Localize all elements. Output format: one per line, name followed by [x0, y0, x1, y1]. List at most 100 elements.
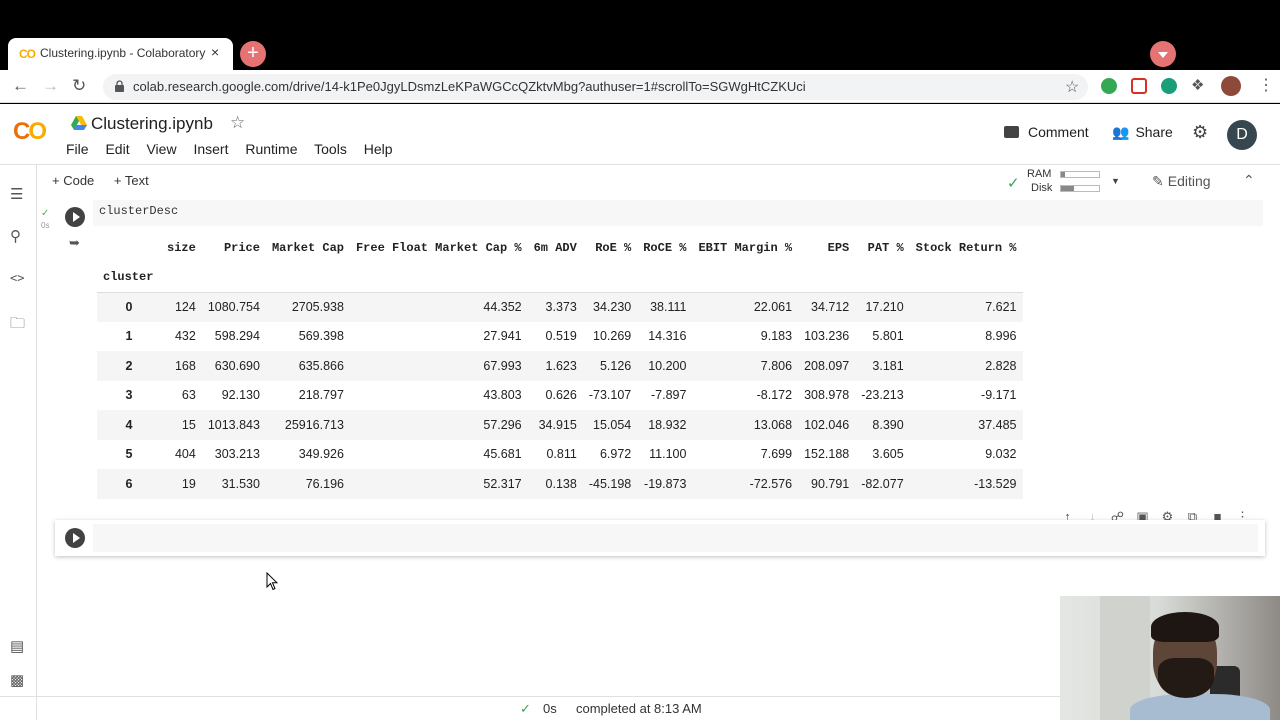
extensions-puzzle-icon[interactable]: ❖ [1191, 76, 1204, 94]
table-cell: -72.576 [749, 476, 793, 491]
add-code-cell-button[interactable]: + Code [52, 173, 94, 188]
colab-logo-c: C [13, 118, 30, 145]
table-cell: 308.978 [804, 388, 850, 403]
table-cell: 8.996 [985, 329, 1017, 344]
browser-tab[interactable]: CO Clustering.ipynb - Colaboratory × [8, 38, 233, 70]
resources-dropdown-icon[interactable]: ▼ [1111, 176, 1120, 186]
code-cell-input[interactable]: clusterDesc [93, 200, 1263, 226]
table-cell: 44.352 [483, 300, 522, 314]
table-cell: 10.269 [593, 329, 632, 344]
share-people-icon: 👥 [1112, 124, 1130, 140]
output-actions-icon[interactable]: ➥ [69, 235, 80, 251]
table-cell: 45.681 [483, 447, 522, 462]
browser-toolbar: ← → ↻ colab.research.google.com/drive/14… [0, 70, 1280, 103]
table-cell: -8.172 [756, 388, 793, 403]
browser-profile-avatar[interactable] [1221, 76, 1241, 96]
browser-menu-icon[interactable]: ⋮ [1258, 75, 1274, 95]
command-palette-icon[interactable]: ▤ [10, 637, 24, 655]
bookmark-star-icon[interactable]: ☆ [1065, 77, 1079, 97]
ram-disk-indicator[interactable]: ✓ RAM Disk ▼ [1005, 168, 1125, 196]
table-cell: 9.183 [760, 329, 793, 344]
search-icon[interactable]: ⚲ [10, 227, 21, 245]
code-snippets-icon[interactable]: <> [10, 271, 24, 285]
cell-toolbar: + Code + Text [52, 173, 165, 188]
table-cell: 22.061 [753, 300, 793, 314]
new-tab-button[interactable]: + [240, 41, 266, 67]
table-cell: 103.236 [804, 329, 850, 344]
pencil-icon: ✎ [1152, 173, 1164, 189]
table-row: 4 15 1013.843 25916.713 57.296 34.915 15.054 18… [97, 410, 1023, 440]
table-cell: 15.054 [593, 417, 632, 432]
table-cell: 5.126 [599, 358, 632, 373]
menu-bar: File Edit View Insert Runtime Tools Help [66, 141, 406, 157]
close-tab-icon[interactable]: × [211, 44, 219, 60]
pocket-extension-icon[interactable] [1131, 78, 1147, 94]
google-drive-icon[interactable] [71, 116, 87, 130]
lock-icon [115, 80, 124, 92]
add-text-cell-button[interactable]: + Text [114, 173, 149, 188]
table-cell: -7.897 [651, 388, 687, 403]
table-cell: 92.130 [221, 388, 260, 403]
notebook-title[interactable]: Clustering.ipynb [91, 114, 213, 134]
reload-icon[interactable]: ↻ [72, 76, 86, 96]
row-index: 0 [125, 300, 133, 314]
row-index: 6 [125, 476, 133, 491]
table-cell: 432 [174, 329, 196, 344]
menu-insert[interactable]: Insert [193, 141, 228, 157]
table-cell: 168 [174, 358, 196, 373]
table-row: 0 124 1080.754 2705.938 44.352 3.373 34.230 38.… [97, 292, 1023, 322]
table-cell: 152.188 [804, 447, 850, 462]
terminal-icon[interactable]: ▩ [10, 671, 24, 689]
mouse-pointer-icon [266, 572, 278, 591]
editing-mode-button[interactable]: ✎ Editing [1152, 173, 1211, 190]
back-icon[interactable]: ← [12, 76, 29, 96]
execution-time: 0s [41, 221, 50, 230]
comment-button[interactable]: Comment [1004, 124, 1089, 140]
settings-gear-icon[interactable]: ⚙ [1192, 122, 1208, 143]
url-text: colab.research.google.com/drive/14-k1Pe0… [133, 79, 806, 94]
column-header: EPS [827, 241, 850, 255]
address-bar[interactable]: colab.research.google.com/drive/14-k1Pe0… [103, 74, 1088, 100]
table-cell: 67.993 [483, 358, 522, 373]
run-cell-button[interactable] [65, 207, 85, 227]
table-of-contents-icon[interactable]: ☰ [10, 185, 23, 203]
files-folder-icon[interactable]: 🗀 [10, 313, 25, 338]
column-header: Free Float Market Cap % [355, 241, 522, 255]
extension-a-icon[interactable] [1161, 78, 1177, 94]
column-header: Price [223, 241, 260, 255]
table-cell: -23.213 [861, 388, 904, 403]
table-cell: -82.077 [861, 476, 904, 491]
table-cell: -45.198 [588, 476, 632, 491]
collapse-header-icon[interactable]: ⌃ [1243, 172, 1255, 189]
user-avatar[interactable]: D [1227, 120, 1257, 150]
empty-code-cell[interactable] [55, 520, 1265, 556]
table-cell: 7.806 [760, 358, 793, 373]
forward-icon[interactable]: → [42, 76, 59, 96]
run-empty-cell-button[interactable] [65, 528, 85, 548]
star-notebook-icon[interactable]: ☆ [230, 113, 245, 133]
table-cell: 2.828 [985, 358, 1017, 373]
menu-help[interactable]: Help [364, 141, 393, 157]
table-cell: 1013.843 [207, 417, 260, 432]
column-header: Stock Return % [915, 241, 1017, 255]
row-index: 4 [125, 417, 133, 432]
disk-usage-bar [1060, 185, 1100, 192]
menu-view[interactable]: View [146, 141, 176, 157]
table-cell: 38.111 [650, 300, 687, 314]
table-cell: 13.068 [753, 417, 793, 432]
table-cell: 124 [174, 300, 196, 314]
table-cell: 7.621 [985, 300, 1017, 314]
profile-menu-icon[interactable] [1150, 41, 1176, 67]
column-header: 6m ADV [533, 241, 577, 255]
share-button[interactable]: 👥 Share [1112, 124, 1173, 141]
menu-file[interactable]: File [66, 141, 89, 157]
colab-tab-icon: CO [19, 47, 36, 61]
colab-logo[interactable]: CO [13, 118, 47, 146]
table-cell: 6.972 [599, 447, 632, 462]
menu-runtime[interactable]: Runtime [245, 141, 297, 157]
menu-edit[interactable]: Edit [105, 141, 129, 157]
empty-cell-input[interactable] [93, 524, 1258, 552]
table-cell: 25916.713 [284, 417, 344, 432]
menu-tools[interactable]: Tools [314, 141, 347, 157]
grammarly-extension-icon[interactable] [1101, 78, 1117, 94]
